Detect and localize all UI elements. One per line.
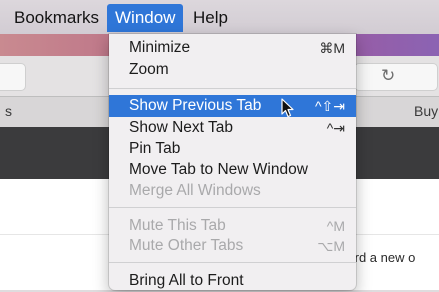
menu-item-label: Pin Tab: [129, 140, 181, 157]
menu-item-shortcut: ^M: [326, 218, 345, 234]
menu-item-label: Show Next Tab: [129, 119, 233, 136]
menu-item-label: Zoom: [129, 61, 169, 78]
menu-item-pin-tab[interactable]: Pin Tab: [109, 138, 356, 160]
menu-item-label: Move Tab to New Window: [129, 161, 308, 178]
menu-item-shortcut: ^⇧⇥: [314, 98, 345, 114]
menu-item-label: Minimize: [129, 39, 191, 56]
menu-item-shortcut: ⌥M: [317, 238, 345, 254]
menubar-help[interactable]: Help: [185, 4, 236, 32]
menubar-bookmarks[interactable]: Bookmarks: [6, 4, 107, 32]
menu-item-show-next-tab[interactable]: Show Next Tab ^⇥: [109, 117, 356, 139]
menu-item-label: Merge All Windows: [129, 182, 261, 199]
tab-right-label[interactable]: Buy: [414, 103, 438, 119]
menu-item-bring-all-to-front[interactable]: Bring All to Front: [109, 270, 356, 292]
menu-separator: [109, 88, 356, 89]
menu-item-minimize[interactable]: Minimize ⌘M: [109, 37, 356, 59]
menu-item-merge-all-windows: Merge All Windows: [109, 180, 356, 202]
menu-item-label: Bring All to Front: [129, 272, 244, 289]
menu-item-label: Mute This Tab: [129, 217, 226, 234]
menu-separator: [109, 207, 356, 208]
menu-item-zoom[interactable]: Zoom: [109, 59, 356, 81]
tab-left-label[interactable]: s: [5, 103, 12, 119]
menu-item-mute-other-tabs: Mute Other Tabs ⌥M: [109, 235, 356, 257]
menu-item-label: Show Previous Tab: [129, 97, 262, 114]
mouse-cursor-icon: [281, 98, 294, 118]
menu-bar: Bookmarks Window Help: [0, 0, 439, 34]
reload-icon[interactable]: ↻: [381, 66, 395, 86]
menu-separator: [109, 262, 356, 263]
menu-item-shortcut: ⌘M: [319, 40, 345, 56]
window-menu: Minimize ⌘M Zoom Show Previous Tab ^⇧⇥ S…: [109, 34, 356, 290]
menu-item-shortcut: ^⇥: [326, 120, 345, 136]
toolbar-field-left[interactable]: [0, 63, 26, 91]
menubar-window[interactable]: Window: [107, 4, 184, 32]
menu-item-label: Mute Other Tabs: [129, 237, 244, 254]
menu-item-mute-this-tab: Mute This Tab ^M: [109, 215, 356, 237]
address-bar[interactable]: [354, 63, 438, 91]
menu-item-show-previous-tab[interactable]: Show Previous Tab ^⇧⇥: [109, 95, 356, 117]
menu-item-move-tab-to-new-window[interactable]: Move Tab to New Window: [109, 159, 356, 181]
